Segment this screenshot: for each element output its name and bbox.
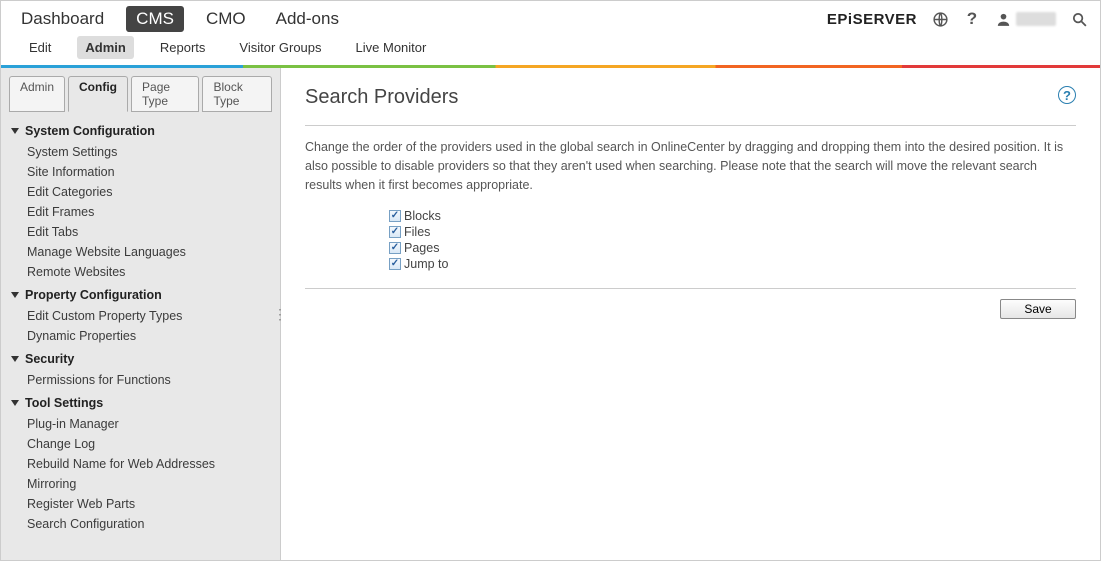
- provider-row-jump-to[interactable]: ✓ Jump to: [389, 256, 1076, 272]
- chevron-down-icon: [11, 292, 19, 298]
- user-menu[interactable]: [995, 11, 1056, 28]
- sidebar-item-dynamic-properties[interactable]: Dynamic Properties: [27, 326, 272, 346]
- subnav-live-monitor[interactable]: Live Monitor: [348, 36, 435, 59]
- top-nav: Dashboard CMS CMO Add-ons: [13, 5, 347, 33]
- sidebar-item-edit-tabs[interactable]: Edit Tabs: [27, 222, 272, 242]
- section-security: Security Permissions for Functions: [9, 348, 272, 390]
- sidebar-item-system-settings[interactable]: System Settings: [27, 142, 272, 162]
- sidebar-item-register-web-parts[interactable]: Register Web Parts: [27, 494, 272, 514]
- topnav-cmo[interactable]: CMO: [198, 5, 254, 33]
- subnav-reports[interactable]: Reports: [152, 36, 214, 59]
- checkbox-blocks[interactable]: ✓: [389, 210, 401, 222]
- provider-label: Pages: [404, 241, 439, 255]
- topnav-addons[interactable]: Add-ons: [268, 5, 347, 33]
- section-tool-settings: Tool Settings Plug-in Manager Change Log…: [9, 392, 272, 534]
- sub-nav: Edit Admin Reports Visitor Groups Live M…: [1, 37, 1100, 65]
- sidebar: Admin Config Page Type Block Type System…: [1, 68, 281, 560]
- checkbox-files[interactable]: ✓: [389, 226, 401, 238]
- chevron-down-icon: [11, 356, 19, 362]
- provider-label: Blocks: [404, 209, 441, 223]
- section-title: Tool Settings: [25, 396, 103, 410]
- user-icon: [995, 11, 1012, 28]
- sidebar-item-manage-website-languages[interactable]: Manage Website Languages: [27, 242, 272, 262]
- sidebar-tabs: Admin Config Page Type Block Type: [5, 74, 276, 112]
- section-header-security[interactable]: Security: [9, 348, 272, 370]
- sidebar-item-change-log[interactable]: Change Log: [27, 434, 272, 454]
- page-description: Change the order of the providers used i…: [305, 138, 1076, 194]
- topnav-cms[interactable]: CMS: [126, 6, 184, 32]
- subnav-admin[interactable]: Admin: [77, 36, 133, 59]
- sidebar-item-edit-custom-property-types[interactable]: Edit Custom Property Types: [27, 306, 272, 326]
- sidebar-item-edit-frames[interactable]: Edit Frames: [27, 202, 272, 222]
- section-title: Property Configuration: [25, 288, 162, 302]
- provider-label: Jump to: [404, 257, 448, 271]
- tab-admin[interactable]: Admin: [9, 76, 65, 112]
- page-header: Search Providers ?: [305, 86, 1076, 119]
- tab-page-type[interactable]: Page Type: [131, 76, 199, 112]
- section-title: Security: [25, 352, 74, 366]
- divider: [305, 125, 1076, 126]
- save-button[interactable]: Save: [1000, 299, 1076, 319]
- context-help-icon[interactable]: ?: [1058, 86, 1076, 104]
- sidebar-item-search-configuration[interactable]: Search Configuration: [27, 514, 272, 534]
- body: Admin Config Page Type Block Type System…: [1, 68, 1100, 560]
- action-bar: Save: [305, 288, 1076, 319]
- tab-block-type[interactable]: Block Type: [202, 76, 272, 112]
- section-system-configuration: System Configuration System Settings Sit…: [9, 120, 272, 282]
- section-title: System Configuration: [25, 124, 155, 138]
- provider-row-blocks[interactable]: ✓ Blocks: [389, 208, 1076, 224]
- provider-list: ✓ Blocks ✓ Files ✓ Pages ✓ Jump to: [389, 208, 1076, 272]
- top-bar: Dashboard CMS CMO Add-ons EPiSERVER ?: [1, 1, 1100, 37]
- tab-config[interactable]: Config: [68, 76, 128, 112]
- brand-logo: EPiSERVER: [827, 11, 917, 28]
- section-property-configuration: Property Configuration Edit Custom Prope…: [9, 284, 272, 346]
- chevron-down-icon: [11, 400, 19, 406]
- section-header-tool-settings[interactable]: Tool Settings: [9, 392, 272, 414]
- provider-row-pages[interactable]: ✓ Pages: [389, 240, 1076, 256]
- sidebar-item-edit-categories[interactable]: Edit Categories: [27, 182, 272, 202]
- sidebar-item-remote-websites[interactable]: Remote Websites: [27, 262, 272, 282]
- section-header-property-configuration[interactable]: Property Configuration: [9, 284, 272, 306]
- topnav-dashboard[interactable]: Dashboard: [13, 5, 112, 33]
- provider-row-files[interactable]: ✓ Files: [389, 224, 1076, 240]
- checkbox-jump-to[interactable]: ✓: [389, 258, 401, 270]
- subnav-edit[interactable]: Edit: [21, 36, 59, 59]
- globe-icon[interactable]: [931, 10, 949, 28]
- sidebar-item-site-information[interactable]: Site Information: [27, 162, 272, 182]
- sidebar-item-rebuild-name-for-web-addresses[interactable]: Rebuild Name for Web Addresses: [27, 454, 272, 474]
- sidebar-item-plugin-manager[interactable]: Plug-in Manager: [27, 414, 272, 434]
- page-title: Search Providers: [305, 86, 458, 109]
- sidebar-item-mirroring[interactable]: Mirroring: [27, 474, 272, 494]
- sidebar-tree: System Configuration System Settings Sit…: [5, 118, 276, 540]
- subnav-visitor-groups[interactable]: Visitor Groups: [231, 36, 329, 59]
- search-icon[interactable]: [1070, 10, 1088, 28]
- main-content: Search Providers ? Change the order of t…: [281, 68, 1100, 560]
- help-icon[interactable]: ?: [963, 10, 981, 28]
- section-header-system-configuration[interactable]: System Configuration: [9, 120, 272, 142]
- chevron-down-icon: [11, 128, 19, 134]
- user-name: [1016, 12, 1056, 26]
- sidebar-item-permissions-for-functions[interactable]: Permissions for Functions: [27, 370, 272, 390]
- checkbox-pages[interactable]: ✓: [389, 242, 401, 254]
- provider-label: Files: [404, 225, 430, 239]
- top-actions: EPiSERVER ?: [827, 10, 1088, 28]
